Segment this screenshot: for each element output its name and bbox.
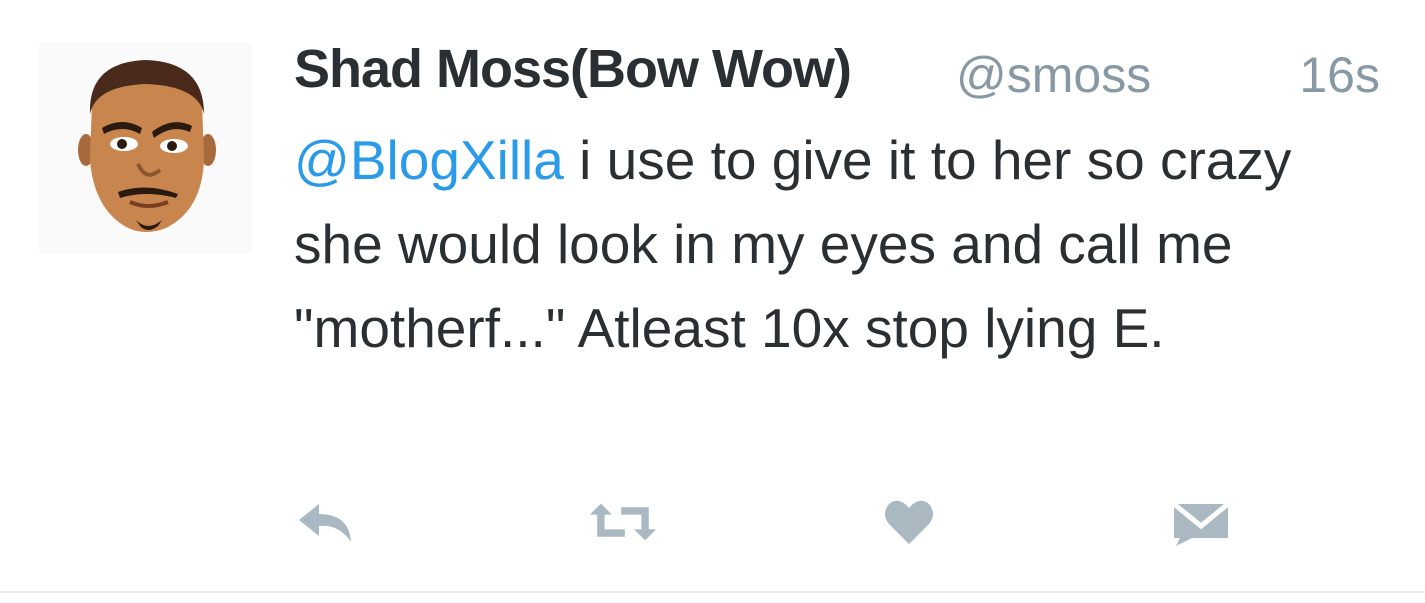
like-button[interactable]: [874, 490, 944, 554]
direct-message-button[interactable]: [1166, 490, 1236, 554]
retweet-button[interactable]: [588, 490, 658, 554]
mention-link[interactable]: @BlogXilla: [294, 129, 564, 191]
timestamp[interactable]: 16s: [1299, 46, 1380, 104]
avatar[interactable]: [38, 42, 252, 254]
tweet[interactable]: Shad Moss(Bow Wow) @smoss 16s @BlogXilla…: [0, 0, 1425, 603]
tweet-text: @BlogXilla i use to give it to her so cr…: [294, 118, 1354, 370]
divider: [0, 591, 1425, 593]
heart-icon: [885, 500, 933, 544]
reply-icon: [299, 504, 351, 542]
avatar-image: [78, 60, 216, 232]
action-bar: [0, 490, 1425, 560]
user-handle[interactable]: @smoss: [956, 46, 1151, 104]
envelope-icon: [1172, 502, 1230, 546]
reply-button[interactable]: [290, 490, 360, 554]
retweet-icon: [589, 503, 657, 541]
tweet-header: Shad Moss(Bow Wow) @smoss 16s: [294, 36, 1394, 106]
display-name[interactable]: Shad Moss(Bow Wow): [294, 38, 852, 100]
